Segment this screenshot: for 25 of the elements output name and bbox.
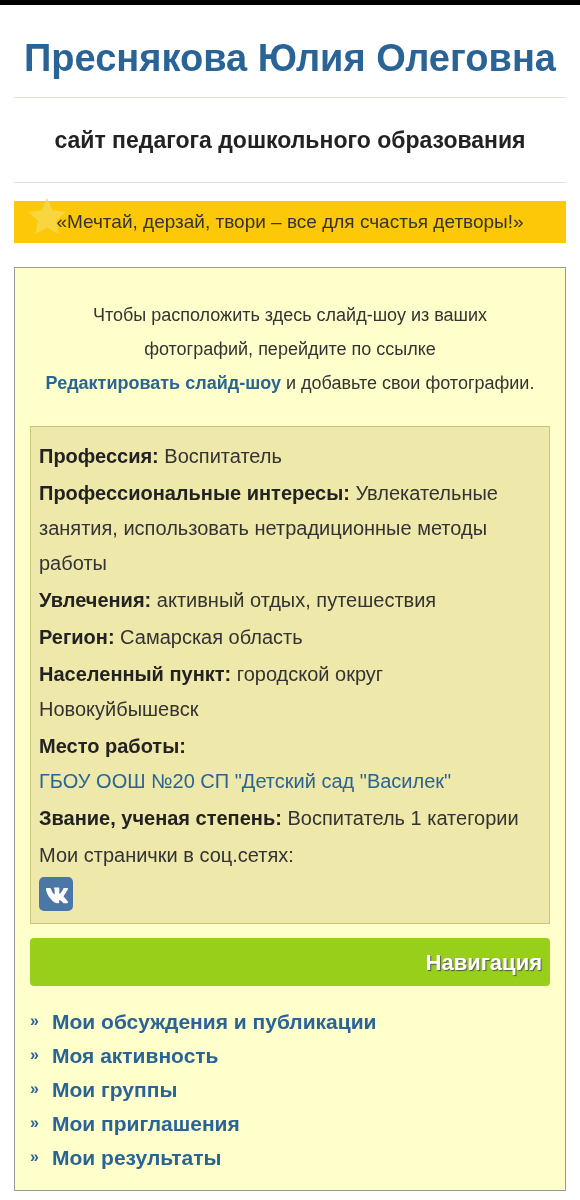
vk-icon[interactable] — [39, 877, 73, 912]
profile-field: Регион: Самарская область — [39, 620, 541, 656]
profile-field: Место работы: ГБОУ ООШ №20 СП "Детский сад "Василек" — [39, 729, 541, 800]
profile-field: Звание, ученая степень: Воспитатель 1 категории — [39, 801, 541, 837]
slideshow-note: Чтобы расположить здесь слайд-шоу из ваших фотографий, перейдите по ссылке Редактировать слайд-шоу и добавьте свои фотографии. — [44, 304, 536, 396]
navigation-link[interactable]: Моя активность — [52, 1039, 219, 1071]
motto-banner: «Мечтай, дерзай, твори – все для счастья детворы!» — [14, 201, 566, 244]
navigation-link[interactable]: Мои группы — [52, 1073, 178, 1105]
bullet-marker: » — [30, 1045, 40, 1066]
workplace-link[interactable]: ГБОУ ООШ №20 СП "Детский сад "Василек" — [39, 770, 452, 793]
navigation-link[interactable]: Мои результаты — [52, 1141, 222, 1173]
bullet-marker: » — [30, 1113, 40, 1134]
site-title: Преснякова Юлия Олеговна — [23, 36, 557, 81]
profile-field: Профессия: Воспитатель — [39, 439, 541, 475]
social-label: Мои странички в соц.сетях: — [39, 843, 295, 869]
profile-field: Увлечения: активный отдых, путешествия — [39, 583, 541, 619]
navigation-link[interactable]: Мои приглашения — [52, 1107, 240, 1139]
bullet-marker: » — [30, 1147, 40, 1168]
navigation-link[interactable]: Мои обсуждения и публикации — [52, 1005, 377, 1037]
bullet-marker: » — [30, 1079, 40, 1100]
profile-field: Населенный пункт: городской округ Новокуйбышевск — [39, 657, 541, 728]
navigation-title: Навигация — [425, 948, 542, 977]
bullet-marker: » — [30, 1011, 40, 1032]
edit-slideshow-link[interactable]: Редактировать слайд-шоу — [45, 373, 281, 394]
site-subtitle: сайт педагога дошкольного образования — [53, 125, 527, 155]
